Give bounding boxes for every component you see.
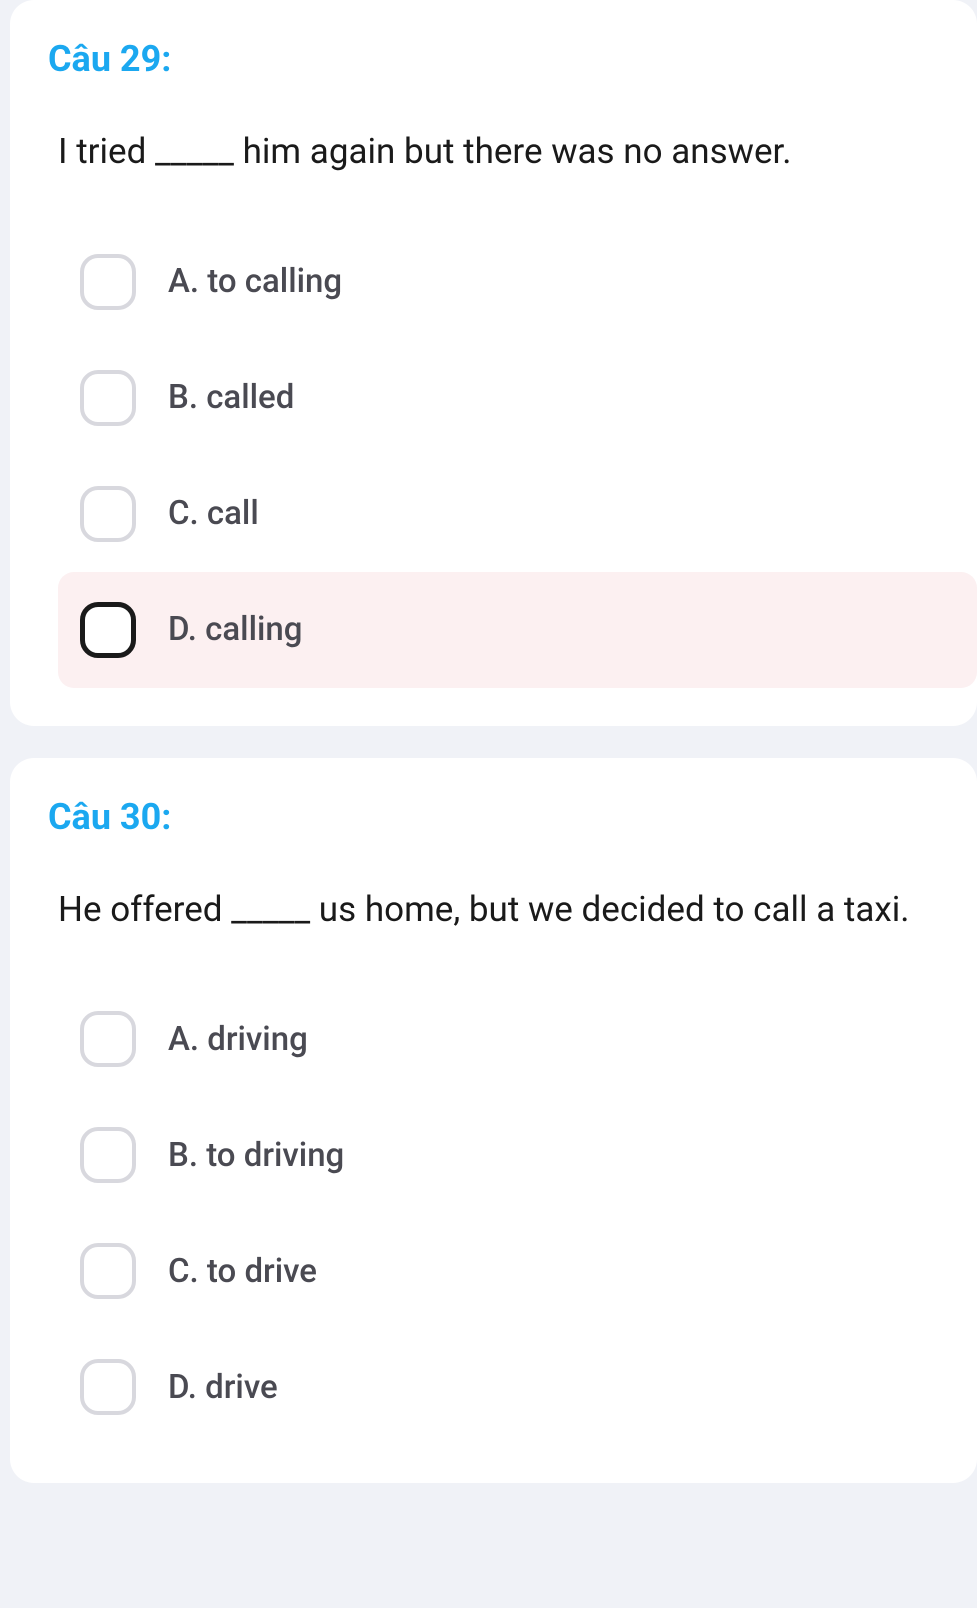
checkbox-icon[interactable] — [80, 370, 136, 426]
option-label: B. to driving — [168, 1136, 344, 1175]
question-text: He offered _____ us home, but we decided… — [48, 880, 977, 940]
option-a[interactable]: A. driving — [48, 981, 977, 1097]
question-text: I tried _____ him again but there was no… — [48, 122, 977, 182]
options-container: A. driving B. to driving C. to drive D. … — [48, 981, 977, 1445]
option-d[interactable]: D. calling — [58, 572, 977, 688]
option-b[interactable]: B. called — [48, 340, 977, 456]
options-container: A. to calling B. called C. call D. calli… — [48, 224, 977, 688]
option-b[interactable]: B. to driving — [48, 1097, 977, 1213]
checkbox-icon[interactable] — [80, 1359, 136, 1415]
checkbox-icon[interactable] — [80, 1127, 136, 1183]
option-d[interactable]: D. drive — [48, 1329, 977, 1445]
checkbox-icon[interactable] — [80, 486, 136, 542]
option-c[interactable]: C. to drive — [48, 1213, 977, 1329]
option-a[interactable]: A. to calling — [48, 224, 977, 340]
option-label: C. call — [168, 494, 259, 533]
option-label: D. drive — [168, 1368, 278, 1407]
checkbox-icon[interactable] — [80, 602, 136, 658]
question-title: Câu 29: — [48, 38, 977, 80]
checkbox-icon[interactable] — [80, 1011, 136, 1067]
option-label: D. calling — [168, 610, 302, 649]
option-label: C. to drive — [168, 1252, 317, 1291]
question-card-30: Câu 30: He offered _____ us home, but we… — [10, 758, 977, 1484]
option-label: B. called — [168, 378, 294, 417]
option-label: A. to calling — [168, 262, 342, 301]
question-title: Câu 30: — [48, 796, 977, 838]
question-card-29: Câu 29: I tried _____ him again but ther… — [10, 0, 977, 726]
checkbox-icon[interactable] — [80, 1243, 136, 1299]
option-label: A. driving — [168, 1020, 308, 1059]
checkbox-icon[interactable] — [80, 254, 136, 310]
option-c[interactable]: C. call — [48, 456, 977, 572]
